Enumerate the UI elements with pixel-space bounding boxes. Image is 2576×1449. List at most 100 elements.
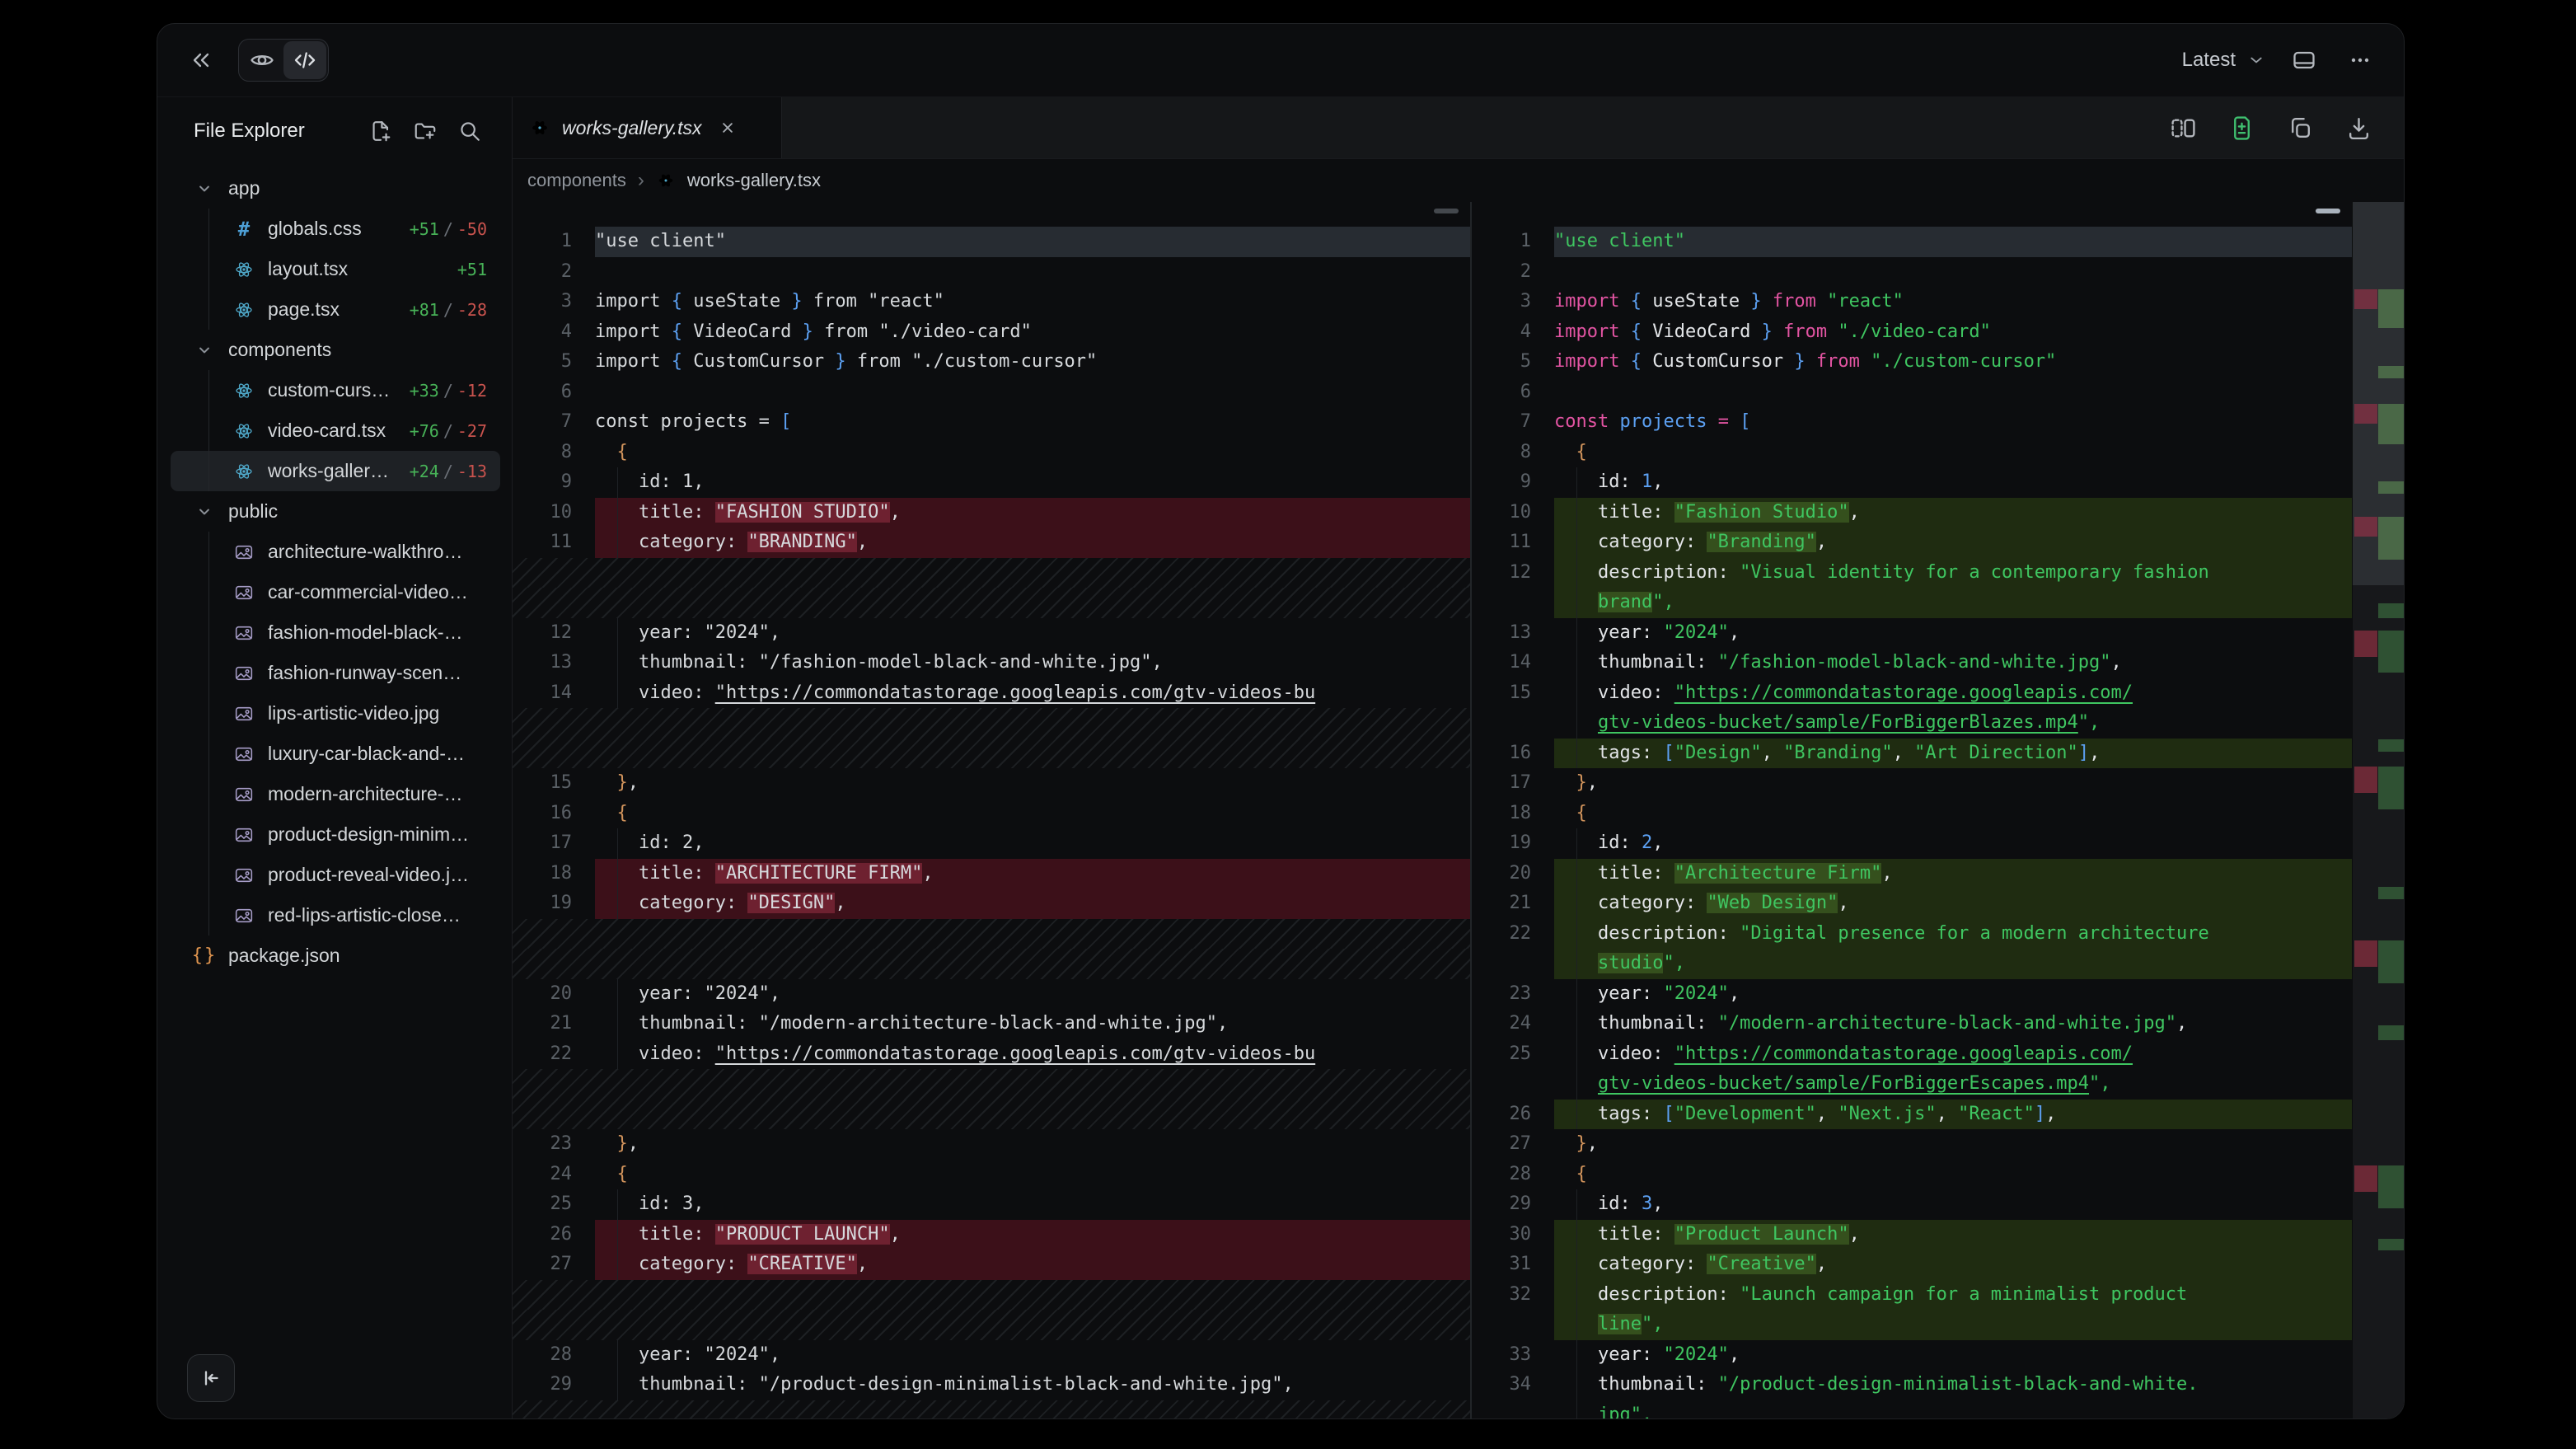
code-line: 11 category: "Branding", bbox=[1472, 528, 2352, 558]
line-number: 16 bbox=[513, 799, 595, 829]
image-file-icon bbox=[233, 663, 255, 684]
ruler-addition-mark bbox=[2378, 1239, 2404, 1251]
tree-item-label: globals.css bbox=[268, 218, 362, 240]
line-number: 12 bbox=[1472, 558, 1554, 589]
indent-guide bbox=[617, 498, 618, 528]
tree-item-label: luxury-car-black-and-… bbox=[268, 743, 465, 765]
breadcrumb-folder[interactable]: components bbox=[527, 170, 626, 191]
diff-stats-badge: +51 bbox=[457, 260, 500, 279]
code-line: 1"use client" bbox=[1472, 227, 2352, 257]
code-text: year: "2024", bbox=[1554, 1340, 2352, 1371]
code-line: 16 tags: ["Design", "Branding", "Art Dir… bbox=[1472, 739, 2352, 769]
code-line: 29 id: 3, bbox=[1472, 1189, 2352, 1220]
code-line: 3import { useState } from "react" bbox=[1472, 287, 2352, 317]
tree-item-fashion-model-black--[interactable]: fashion-model-black-… bbox=[171, 612, 500, 653]
code-line: 2 bbox=[513, 257, 1470, 288]
line-number: 33 bbox=[1472, 1340, 1554, 1371]
code-line: 15 }, bbox=[513, 768, 1470, 799]
new-folder-icon[interactable] bbox=[413, 119, 438, 143]
line-number: 12 bbox=[513, 618, 595, 649]
line-number: 19 bbox=[513, 889, 595, 919]
react-file-icon bbox=[656, 171, 676, 190]
code-line: 9 id: 1, bbox=[1472, 467, 2352, 498]
diff-filler-hatch bbox=[513, 1400, 1470, 1419]
tree-item-product-reveal-video.j-[interactable]: product-reveal-video.j… bbox=[171, 855, 500, 895]
diff-pane-modified[interactable]: 1"use client"23import { useState } from … bbox=[1472, 202, 2352, 1419]
indent-guide bbox=[1576, 1039, 1577, 1070]
tree-item-custom-curs-[interactable]: custom-curs…+33/-12 bbox=[171, 370, 500, 410]
indent-guide bbox=[1576, 467, 1577, 498]
code-text: }, bbox=[595, 1129, 1470, 1160]
tree-item-fashion-runway-scen-[interactable]: fashion-runway-scen… bbox=[171, 653, 500, 693]
split-view-icon[interactable] bbox=[2170, 115, 2197, 142]
code-text: year: "2024", bbox=[1554, 979, 2352, 1010]
code-text: id: 2, bbox=[595, 828, 1470, 859]
code-text bbox=[595, 257, 1470, 288]
code-text: id: 2, bbox=[1554, 828, 2352, 859]
preview-toggle-button[interactable] bbox=[241, 41, 283, 79]
code-line: brand", bbox=[1472, 588, 2352, 618]
indent-guide bbox=[1576, 1310, 1577, 1340]
code-line: 5import { CustomCursor } from "./custom-… bbox=[513, 347, 1470, 377]
tree-item-label: custom-curs… bbox=[268, 379, 390, 401]
line-number: 24 bbox=[513, 1160, 595, 1190]
layout-panel-button[interactable] bbox=[2285, 41, 2323, 79]
new-file-icon[interactable] bbox=[368, 119, 393, 143]
indent-guide bbox=[617, 1189, 618, 1220]
tree-item-components[interactable]: components bbox=[171, 330, 500, 370]
close-tab-icon[interactable] bbox=[717, 117, 738, 138]
collapse-explorer-button[interactable] bbox=[187, 1354, 235, 1402]
react-file-icon bbox=[233, 299, 255, 321]
ruler-addition-mark bbox=[2378, 404, 2404, 444]
tree-item-works-galler-[interactable]: works-galler…+24/-13 bbox=[171, 451, 500, 491]
line-number: 2 bbox=[1472, 257, 1554, 288]
more-options-button[interactable] bbox=[2341, 41, 2379, 79]
diff-filler-hatch bbox=[513, 1310, 1470, 1340]
download-icon[interactable] bbox=[2345, 115, 2372, 142]
file-explorer-header: File Explorer bbox=[157, 97, 512, 157]
tree-item-globals.css[interactable]: #globals.css+51/-50 bbox=[171, 209, 500, 249]
tree-item-car-commercial-video-[interactable]: car-commercial-video… bbox=[171, 572, 500, 612]
tree-item-layout.tsx[interactable]: layout.tsx+51 bbox=[171, 249, 500, 289]
tree-item-package.json[interactable]: {}package.json bbox=[171, 936, 500, 976]
code-text: tags: ["Development", "Next.js", "React"… bbox=[1554, 1100, 2352, 1130]
breadcrumb-file[interactable]: works-gallery.tsx bbox=[687, 170, 821, 191]
tree-item-lips-artistic-video.jpg[interactable]: lips-artistic-video.jpg bbox=[171, 693, 500, 734]
search-icon[interactable] bbox=[457, 119, 482, 143]
diff-stats-badge: +24/-13 bbox=[410, 462, 500, 481]
tree-item-label: fashion-model-black-… bbox=[268, 621, 462, 644]
react-file-icon bbox=[233, 420, 255, 442]
code-toggle-button[interactable] bbox=[283, 41, 326, 79]
line-number: 27 bbox=[513, 1250, 595, 1280]
tree-item-app[interactable]: app bbox=[171, 168, 500, 209]
tree-item-page.tsx[interactable]: page.tsx+81/-28 bbox=[171, 289, 500, 330]
code-line: 20 title: "Architecture Firm", bbox=[1472, 859, 2352, 889]
tree-item-luxury-car-black-and--[interactable]: luxury-car-black-and-… bbox=[171, 734, 500, 774]
tree-item-architecture-walkthro-[interactable]: architecture-walkthro… bbox=[171, 532, 500, 572]
diff-overview-ruler[interactable] bbox=[2352, 202, 2404, 1419]
code-text: { bbox=[1554, 438, 2352, 468]
copy-icon[interactable] bbox=[2287, 115, 2314, 142]
line-number: 1 bbox=[513, 227, 595, 257]
collapse-sidebar-button[interactable] bbox=[182, 41, 220, 79]
code-text: video: "https://commondatastorage.google… bbox=[595, 678, 1470, 709]
diff-view-icon[interactable] bbox=[2228, 115, 2255, 142]
code-text: }, bbox=[595, 768, 1470, 799]
tree-item-video-card.tsx[interactable]: video-card.tsx+76/-27 bbox=[171, 410, 500, 451]
line-number: 21 bbox=[513, 1009, 595, 1039]
diff-pane-original[interactable]: 1"use client"23import { useState } from … bbox=[513, 202, 1470, 1419]
tree-item-product-design-minim-[interactable]: product-design-minim… bbox=[171, 814, 500, 855]
folder-chevron-icon bbox=[194, 178, 215, 199]
version-selector[interactable]: Latest bbox=[2182, 49, 2267, 72]
pane-scroll-indicator bbox=[1434, 209, 1459, 213]
tree-item-modern-architecture--[interactable]: modern-architecture-… bbox=[171, 774, 500, 814]
tree-item-red-lips-artistic-close-[interactable]: red-lips-artistic-close… bbox=[171, 895, 500, 936]
code-text: import { VideoCard } from "./video-card" bbox=[595, 317, 1470, 348]
code-line: 20 year: "2024", bbox=[513, 979, 1470, 1010]
code-line: 25 video: "https://commondatastorage.goo… bbox=[1472, 1039, 2352, 1070]
image-file-icon bbox=[233, 542, 255, 563]
line-number: 25 bbox=[1472, 1039, 1554, 1070]
line-number: 7 bbox=[513, 407, 595, 438]
tab-works-gallery[interactable]: works-gallery.tsx bbox=[513, 97, 782, 158]
tree-item-public[interactable]: public bbox=[171, 491, 500, 532]
